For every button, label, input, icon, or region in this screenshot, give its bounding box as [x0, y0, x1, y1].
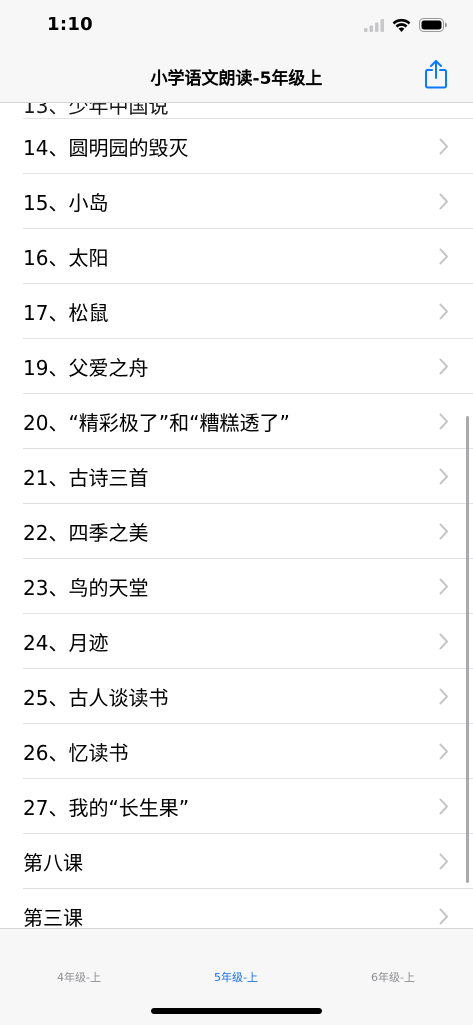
list-item-label: 第三课 [23, 906, 83, 929]
list-item-label: 22、四季之美 [23, 521, 149, 545]
list-item-label: 17、松鼠 [23, 301, 109, 325]
list-item-label: 27、我的“长生果” [23, 796, 190, 820]
list-item-label: 第八课 [23, 851, 83, 875]
chevron-right-icon [439, 248, 448, 265]
list-items: 14、圆明园的毁灭 15、小岛 16、太阳 17、松鼠 19、父爱之舟 20、“… [0, 119, 473, 929]
status-icons [364, 15, 448, 35]
scroll-indicator[interactable] [466, 416, 469, 883]
lesson-list[interactable]: 13、少年中国说 14、圆明园的毁灭 15、小岛 16、太阳 17、松鼠 19、… [0, 103, 473, 929]
list-item[interactable]: 20、“精彩极了”和“糟糕透了” [0, 394, 473, 449]
chevron-right-icon [439, 138, 448, 155]
list-item[interactable]: 23、鸟的天堂 [0, 559, 473, 614]
wifi-icon [392, 18, 411, 32]
status-time: 1:10 [47, 14, 93, 35]
list-item[interactable]: 27、我的“长生果” [0, 779, 473, 834]
list-item[interactable]: 第八课 [0, 834, 473, 889]
tab-grade-5[interactable]: 5年级-上 [186, 969, 286, 985]
tab-grade-4[interactable]: 4年级-上 [29, 969, 129, 985]
chevron-right-icon [439, 798, 448, 815]
chevron-right-icon [439, 523, 448, 540]
list-item-label: 23、鸟的天堂 [23, 576, 149, 600]
list-item-partial[interactable]: 13、少年中国说 [23, 103, 168, 119]
list-item[interactable]: 19、父爱之舟 [0, 339, 473, 394]
list-item-label: 24、月迹 [23, 631, 109, 655]
list-item[interactable]: 24、月迹 [0, 614, 473, 669]
list-item[interactable]: 15、小岛 [0, 174, 473, 229]
chevron-right-icon [439, 743, 448, 760]
chevron-right-icon [439, 468, 448, 485]
signal-icon [364, 18, 384, 32]
list-item[interactable]: 22、四季之美 [0, 504, 473, 559]
chevron-right-icon [439, 688, 448, 705]
list-item-label: 15、小岛 [23, 191, 109, 215]
list-item[interactable]: 17、松鼠 [0, 284, 473, 339]
battery-icon [419, 18, 447, 32]
list-item[interactable]: 25、古人谈读书 [0, 669, 473, 724]
list-item-label: 21、古诗三首 [23, 466, 149, 490]
chevron-right-icon [439, 908, 448, 925]
share-button[interactable] [423, 58, 449, 90]
chevron-right-icon [439, 578, 448, 595]
list-item[interactable]: 26、忆读书 [0, 724, 473, 779]
page-title: 小学语文朗读-5年级上 [150, 69, 323, 89]
list-item-label: 25、古人谈读书 [23, 686, 169, 710]
home-indicator [151, 1008, 322, 1014]
list-item-label: 16、太阳 [23, 246, 109, 270]
chevron-right-icon [439, 358, 448, 375]
chevron-right-icon [439, 193, 448, 210]
list-item-label: 19、父爱之舟 [23, 356, 149, 380]
list-item-label: 14、圆明园的毁灭 [23, 136, 189, 160]
list-item[interactable]: 14、圆明园的毁灭 [0, 119, 473, 174]
list-item-label: 26、忆读书 [23, 741, 129, 765]
list-item[interactable]: 21、古诗三首 [0, 449, 473, 504]
navigation-bar: 小学语文朗读-5年级上 [0, 50, 473, 103]
chevron-right-icon [439, 853, 448, 870]
chevron-right-icon [439, 303, 448, 320]
status-bar: 1:10 [0, 0, 473, 50]
list-item[interactable]: 16、太阳 [0, 229, 473, 284]
tab-grade-6[interactable]: 6年级-上 [343, 969, 443, 985]
list-item[interactable]: 第三课 [0, 889, 473, 929]
chevron-right-icon [439, 633, 448, 650]
chevron-right-icon [439, 413, 448, 430]
list-item-label: 20、“精彩极了”和“糟糕透了” [23, 411, 290, 435]
share-icon [425, 60, 447, 89]
